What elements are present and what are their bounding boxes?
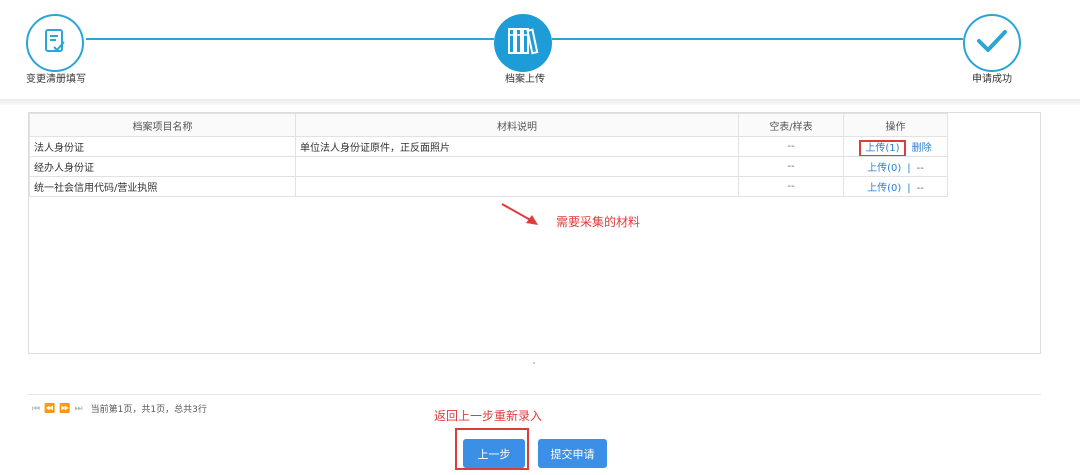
delete-link[interactable]: 删除 xyxy=(912,143,932,154)
archive-binders-icon xyxy=(506,26,540,60)
template-link: -- xyxy=(738,136,844,157)
annotation-go-back: 返回上一步重新录入 xyxy=(434,409,543,423)
column-header: 操作 xyxy=(843,113,948,137)
table-row: 统一社会信用代码/营业执照 -- 上传(0) | -- xyxy=(29,176,948,197)
step-3-label: 申请成功 xyxy=(972,74,1012,85)
upload-highlight-box: 上传(1) xyxy=(859,140,906,156)
archive-table-panel: 档案项目名称 材料说明 空表/样表 操作 法人身份证 单位法人身份证原件，正反面… xyxy=(28,112,1041,354)
table-header-row: 档案项目名称 材料说明 空表/样表 操作 xyxy=(29,113,948,137)
step-3-circle xyxy=(963,14,1021,72)
archive-table: 档案项目名称 材料说明 空表/样表 操作 法人身份证 单位法人身份证原件，正反面… xyxy=(29,113,948,197)
step-progress-bar: 变更清册填写 档案上传 申请成功 xyxy=(0,0,1080,100)
pager-status: 当前第1页，共1页，总共3行 xyxy=(90,405,207,415)
upload-link[interactable]: 上传(0) xyxy=(867,183,901,194)
table-row: 法人身份证 单位法人身份证原件，正反面照片 -- 上传(1) 删除 xyxy=(29,136,948,157)
secondary-action-placeholder: -- xyxy=(916,163,924,174)
archive-item-name: 经办人身份证 xyxy=(29,156,296,177)
template-link: -- xyxy=(738,176,844,197)
archive-item-name: 统一社会信用代码/营业执照 xyxy=(29,176,296,197)
next-page-icon[interactable]: ⏩ xyxy=(59,404,70,414)
step-2-label: 档案上传 xyxy=(505,74,545,85)
form-check-icon xyxy=(41,27,69,59)
material-description: 单位法人身份证原件，正反面照片 xyxy=(295,136,739,157)
checkmark-icon xyxy=(975,27,1009,59)
pager-divider xyxy=(28,394,1041,395)
prev-step-button[interactable]: 上一步 xyxy=(463,439,525,468)
last-page-icon[interactable]: ⏭ xyxy=(75,404,83,414)
table-row: 经办人身份证 -- 上传(0) | -- xyxy=(29,156,948,177)
pagination: ⏮ ⏪ ⏩ ⏭ 当前第1页，共1页，总共3行 xyxy=(32,402,207,416)
row-actions: 上传(0) | -- xyxy=(843,156,948,177)
row-actions: 上传(0) | -- xyxy=(843,176,948,197)
divider-dot xyxy=(533,362,535,364)
secondary-action-placeholder: -- xyxy=(916,183,924,194)
submit-application-button[interactable]: 提交申请 xyxy=(538,439,607,468)
upload-link[interactable]: 上传(0) xyxy=(867,163,901,174)
column-header: 材料说明 xyxy=(295,113,739,137)
step-1-circle xyxy=(26,14,84,72)
step-2-circle xyxy=(494,14,552,72)
material-description xyxy=(295,156,739,177)
template-link: -- xyxy=(738,156,844,177)
step-1-label: 变更清册填写 xyxy=(26,74,86,85)
step-connector xyxy=(552,38,963,40)
column-header: 空表/样表 xyxy=(738,113,844,137)
first-page-icon[interactable]: ⏮ xyxy=(32,404,40,414)
step-connector xyxy=(86,38,494,40)
action-separator: | xyxy=(907,163,911,174)
header-divider xyxy=(0,99,1080,105)
archive-item-name: 法人身份证 xyxy=(29,136,296,157)
material-description xyxy=(295,176,739,197)
annotation-arrow-icon xyxy=(498,200,542,232)
prev-page-icon[interactable]: ⏪ xyxy=(44,404,55,414)
column-header: 档案项目名称 xyxy=(29,113,296,137)
action-separator: | xyxy=(907,183,911,194)
upload-link[interactable]: 上传(1) xyxy=(865,143,899,154)
row-actions: 上传(1) 删除 xyxy=(843,136,948,157)
annotation-materials: 需要采集的材料 xyxy=(556,215,641,229)
